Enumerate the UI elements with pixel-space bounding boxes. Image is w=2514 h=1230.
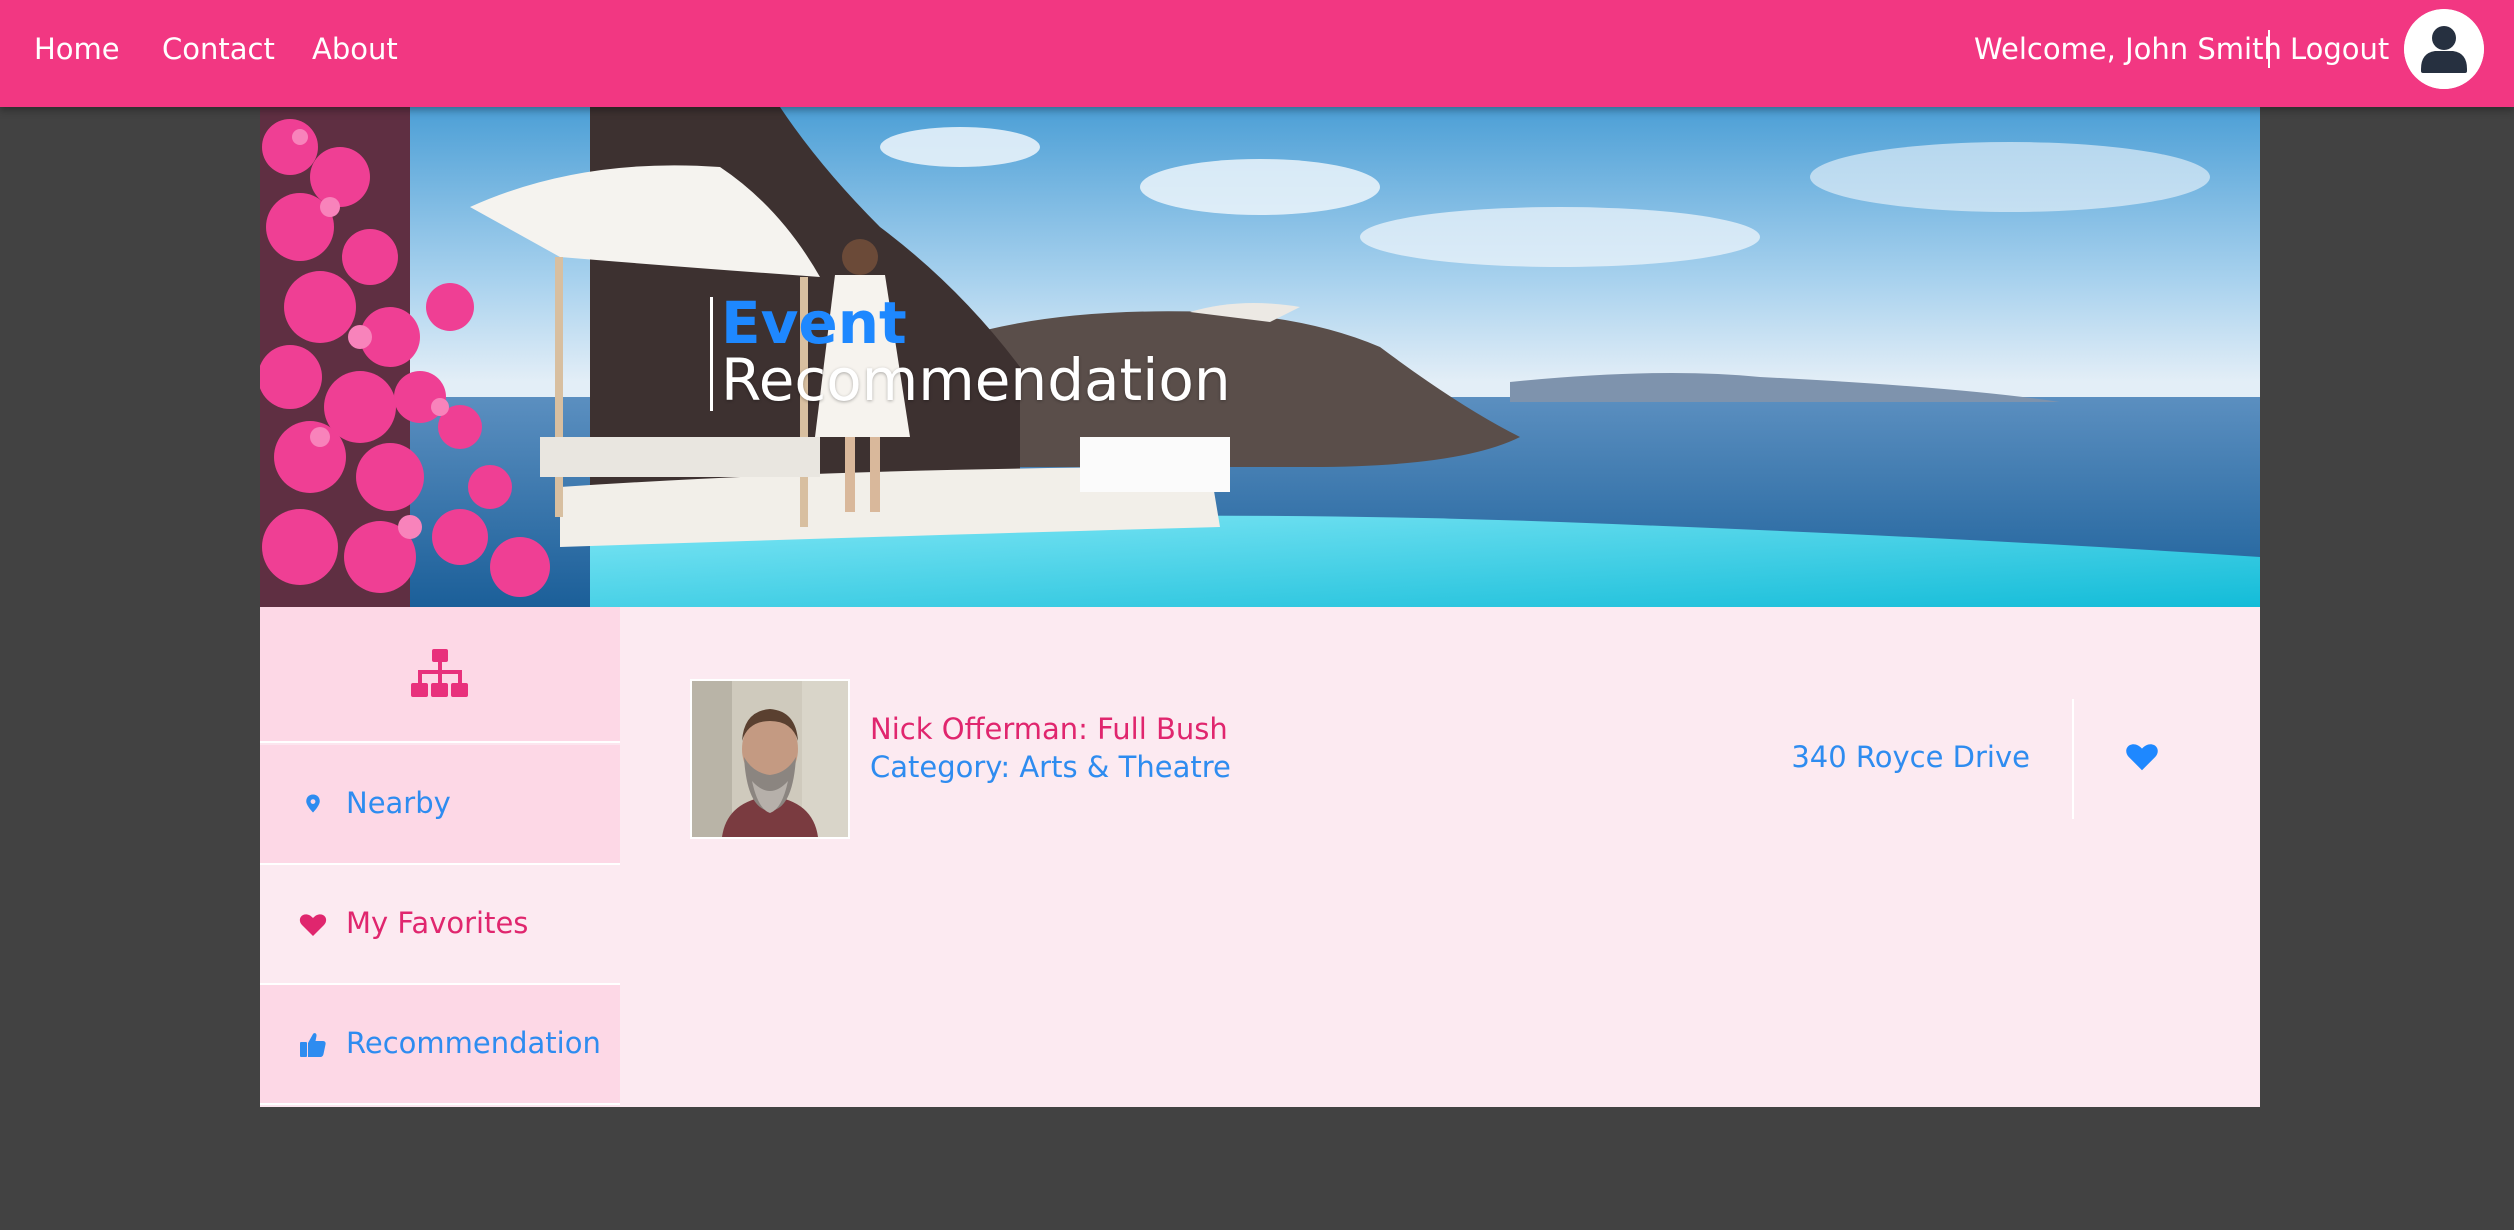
sidebar-item-label: Nearby (346, 786, 451, 820)
heart-icon (299, 914, 327, 936)
nav-about-link[interactable]: About (312, 29, 398, 69)
event-list: Nick Offerman: Full Bush Category: Arts … (620, 607, 2260, 1107)
hero-title-event: Event (721, 289, 907, 357)
hero-title: Event Recommendation (710, 289, 1231, 414)
main-container: Event Recommendation Nearby My Favorites… (260, 107, 2260, 1107)
sidebar: Nearby My Favorites Recommendation (260, 607, 620, 1107)
user-avatar-icon[interactable] (2404, 9, 2484, 89)
hero-title-recommendation: Recommendation (721, 346, 1231, 414)
event-category: Category: Arts & Theatre (870, 750, 1231, 784)
event-address: 340 Royce Drive (1791, 740, 2030, 774)
event-title[interactable]: Nick Offerman: Full Bush (870, 709, 1228, 749)
event-photo (692, 681, 848, 837)
logout-link[interactable]: Logout (2290, 29, 2389, 69)
event-thumbnail[interactable] (690, 679, 850, 839)
event-divider (2072, 699, 2074, 819)
sidebar-header (260, 607, 620, 743)
thumbs-up-icon (300, 1033, 326, 1057)
sidebar-item-recommendation[interactable]: Recommendation (260, 985, 620, 1105)
nav-home-link[interactable]: Home (34, 29, 120, 69)
nav-contact-link[interactable]: Contact (162, 29, 275, 69)
sidebar-item-my-favorites[interactable]: My Favorites (260, 865, 620, 985)
favorite-button[interactable] (2124, 739, 2160, 775)
hero-background-image (260, 107, 2260, 607)
top-navbar: Home Contact About Welcome, John Smith L… (0, 0, 2514, 107)
hero-banner: Event Recommendation (260, 107, 2260, 607)
sidebar-item-nearby[interactable]: Nearby (260, 745, 620, 865)
nav-divider (2268, 30, 2270, 68)
map-marker-icon (306, 794, 320, 813)
sitemap-icon (411, 649, 468, 697)
heart-icon (2126, 744, 2158, 771)
sidebar-item-label: Recommendation (346, 1026, 601, 1060)
sidebar-item-label: My Favorites (346, 906, 529, 940)
welcome-text: Welcome, John Smith (1974, 32, 2282, 66)
